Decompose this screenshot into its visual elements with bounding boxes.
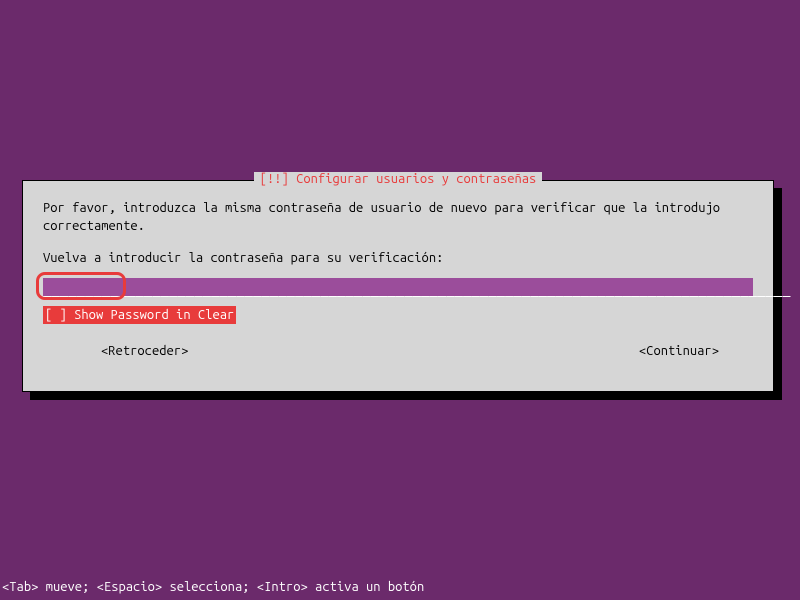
show-password-checkbox[interactable]: [ ] Show Password in Clear [43, 306, 236, 324]
password-dialog: [!!] Configurar usuarios y contraseñas P… [22, 180, 774, 392]
dialog-title: [!!] Configurar usuarios y contraseñas [254, 172, 543, 186]
back-button[interactable]: <Retroceder> [101, 342, 188, 360]
instruction-text: Por favor, introduzca la misma contraseñ… [43, 199, 753, 235]
button-row: <Retroceder> <Continuar> [43, 342, 753, 360]
dialog-title-bar: [!!] Configurar usuarios y contraseñas [23, 172, 773, 186]
dialog-body: Por favor, introduzca la misma contraseñ… [23, 181, 773, 360]
password-placeholder: ________________________________________… [43, 278, 791, 299]
continue-button[interactable]: <Continuar> [639, 342, 719, 360]
password-input[interactable]: ________________________________________… [43, 278, 753, 296]
footer-help-text: <Tab> mueve; <Espacio> selecciona; <Intr… [0, 580, 424, 594]
prompt-text: Vuelva a introducir la contraseña para s… [43, 249, 753, 267]
